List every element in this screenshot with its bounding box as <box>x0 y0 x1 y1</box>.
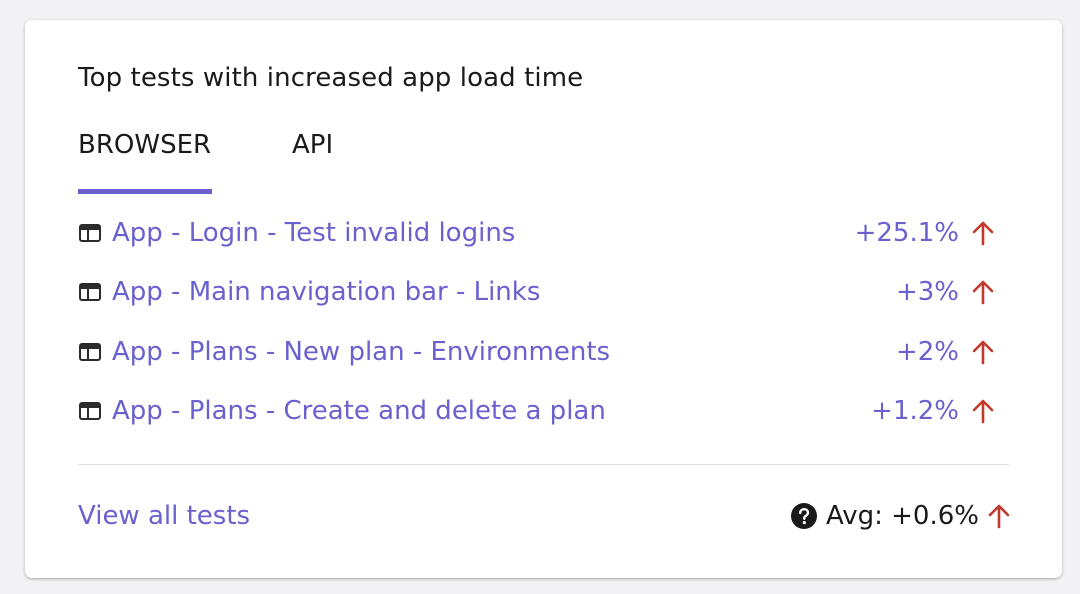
tab-api[interactable]: API <box>292 128 333 194</box>
question-circle-icon[interactable] <box>790 502 818 530</box>
tab-browser[interactable]: BROWSER <box>78 128 212 194</box>
arrow-up-icon <box>972 399 994 424</box>
list-item: App - Login - Test invalid logins +25.1% <box>78 203 1001 263</box>
change-value: +2% <box>895 336 959 367</box>
change-value: +1.2% <box>871 396 959 427</box>
test-link[interactable]: App - Main navigation bar - Links <box>112 277 540 307</box>
list-item: App - Plans - Create and delete a plan +… <box>78 382 1001 442</box>
view-all-tests-link[interactable]: View all tests <box>78 501 250 531</box>
browser-window-icon <box>78 342 102 362</box>
browser-window-icon <box>78 223 102 243</box>
average-summary: Avg: +0.6% <box>790 501 1013 531</box>
change-value: +3% <box>895 277 959 308</box>
tab-api-label: API <box>292 130 334 160</box>
test-link[interactable]: App - Login - Test invalid logins <box>112 218 515 248</box>
arrow-up-icon <box>988 504 1010 529</box>
load-time-card: Top tests with increased app load time B… <box>25 20 1062 578</box>
change-value: +25.1% <box>854 217 959 248</box>
test-link[interactable]: App - Plans - Create and delete a plan <box>112 396 606 426</box>
arrow-up-icon <box>972 280 994 305</box>
active-tab-indicator <box>78 189 212 194</box>
list-item: App - Main navigation bar - Links +3% <box>78 263 1001 323</box>
browser-window-icon <box>78 282 102 302</box>
arrow-up-icon <box>972 340 994 365</box>
arrow-up-icon <box>972 221 994 246</box>
tab-bar: BROWSER API <box>78 128 478 194</box>
test-list: App - Login - Test invalid logins +25.1%… <box>78 203 1001 441</box>
tab-browser-label: BROWSER <box>78 130 212 160</box>
divider <box>78 464 1009 465</box>
card-title: Top tests with increased app load time <box>78 63 584 93</box>
browser-window-icon <box>78 401 102 421</box>
list-item: App - Plans - New plan - Environments +2… <box>78 322 1001 382</box>
average-change: Avg: +0.6% <box>825 501 979 531</box>
test-link[interactable]: App - Plans - New plan - Environments <box>112 337 610 367</box>
